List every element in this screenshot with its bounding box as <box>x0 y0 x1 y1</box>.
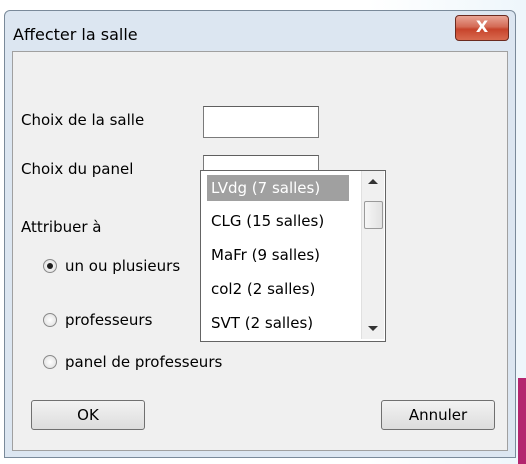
close-button[interactable]: X <box>455 15 509 41</box>
dropdown-item[interactable]: SVT (2 salles) <box>207 310 363 336</box>
radio-checked-icon[interactable] <box>43 259 57 273</box>
radio-panel-de-professeurs[interactable]: panel de professeurs <box>43 353 222 371</box>
radio-label: panel de professeurs <box>65 353 223 371</box>
attribuer-label: Attribuer à <box>21 218 102 236</box>
salle-input[interactable] <box>203 106 319 138</box>
radio-un-ou-plusieurs[interactable]: un ou plusieurs <box>43 257 180 275</box>
window-title: Affecter la salle <box>13 25 138 44</box>
close-icon: X <box>475 17 489 36</box>
salle-label: Choix de la salle <box>21 111 145 129</box>
panel-dropdown-list[interactable]: LVdg (7 salles) CLG (15 salles) MaFr (9 … <box>200 170 386 342</box>
background-accent-bar <box>518 378 526 464</box>
dropdown-item[interactable]: MaFr (9 salles) <box>207 242 363 268</box>
scroll-down-arrow-icon[interactable] <box>368 326 378 331</box>
dropdown-item[interactable]: col2 (2 salles) <box>207 276 363 302</box>
title-bar[interactable]: Affecter la salle X <box>5 11 515 51</box>
ok-button[interactable]: OK <box>31 400 145 430</box>
radio-label: professeurs <box>65 311 153 329</box>
radio-professeurs[interactable]: professeurs <box>43 311 152 329</box>
panel-label: Choix du panel <box>21 160 134 178</box>
radio-label: un ou plusieurs <box>65 257 181 275</box>
cancel-button[interactable]: Annuler <box>381 400 495 430</box>
radio-unchecked-icon[interactable] <box>43 355 57 369</box>
radio-unchecked-icon[interactable] <box>43 313 57 327</box>
scroll-thumb[interactable] <box>364 201 383 229</box>
dropdown-item-selected[interactable]: LVdg (7 salles) <box>207 175 349 201</box>
dropdown-scrollbar[interactable] <box>361 171 384 339</box>
scroll-up-arrow-icon[interactable] <box>368 179 378 184</box>
dropdown-item[interactable]: CLG (15 salles) <box>207 208 363 234</box>
